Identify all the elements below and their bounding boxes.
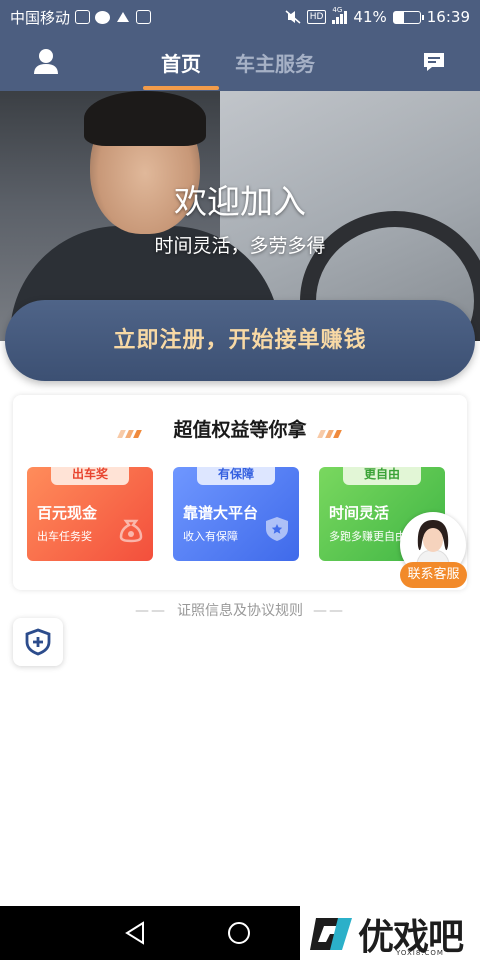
- benefit-title: 百元现金: [37, 504, 98, 522]
- tab-owner-service[interactable]: 车主服务: [235, 48, 315, 77]
- active-tab-indicator: [143, 86, 219, 90]
- battery-percent: 41%: [353, 8, 387, 26]
- benefit-title: 时间灵活: [329, 504, 390, 522]
- home-icon[interactable]: [228, 922, 250, 944]
- benefit-desc: 收入有保障: [183, 530, 238, 543]
- benefit-tag: 出车奖: [51, 467, 129, 485]
- license-label: 证照信息及协议规则: [177, 603, 303, 619]
- back-icon[interactable]: [124, 921, 146, 945]
- shield-plus-icon: [25, 628, 51, 656]
- watermark: 优戏吧 YOXI8.COM: [300, 906, 480, 960]
- carrier-name: 中国移动: [10, 8, 71, 27]
- banner-title: 欢迎加入: [174, 182, 306, 221]
- hd-badge: HD: [306, 10, 327, 24]
- watermark-url: YOXI8.COM: [396, 949, 444, 957]
- watermark-logo-icon: [308, 912, 354, 956]
- app-notification-icon: [75, 10, 91, 24]
- mute-icon: [285, 10, 301, 24]
- status-left: 中国移动: [10, 7, 152, 28]
- clock: 16:39: [426, 8, 470, 26]
- benefit-title: 靠谱大平台: [183, 504, 259, 522]
- dash-right: ——: [313, 603, 345, 619]
- shield-star-icon: [263, 515, 291, 543]
- banner-driver-hair: [84, 91, 206, 146]
- signal-icon: 4G: [332, 6, 348, 24]
- benefit-desc: 出车任务奖: [37, 530, 92, 543]
- benefit-desc: 多跑多赚更自由: [329, 530, 406, 543]
- network-type: 4G: [332, 6, 343, 14]
- benefit-reliable-platform[interactable]: 有保障 靠谱大平台 收入有保障: [173, 467, 299, 561]
- app-square-icon: [136, 10, 152, 24]
- battery-fill: [393, 11, 405, 23]
- tab-home[interactable]: 首页: [161, 48, 201, 77]
- status-right: HD 4G 41% 16:39: [285, 6, 470, 26]
- banner-subtitle: 时间灵活，多劳多得: [154, 235, 326, 257]
- dash-left: ——: [135, 603, 167, 619]
- title-decoration-right: [317, 423, 347, 438]
- benefits-card: 超值权益等你拿 出车奖 百元现金 出车任务奖 有保障 靠谱大平台 收入有保障 更…: [13, 395, 467, 590]
- status-bar: 中国移动 HD 4G 41% 16:39: [0, 0, 480, 34]
- battery-icon: [392, 10, 424, 24]
- register-button[interactable]: 立即注册，开始接单赚钱: [5, 300, 475, 381]
- benefit-tag: 有保障: [197, 467, 275, 485]
- message-icon[interactable]: [422, 50, 446, 74]
- safety-shield-button[interactable]: [13, 618, 63, 666]
- benefit-tag: 更自由: [343, 467, 421, 485]
- app-badge-icon: [115, 10, 131, 24]
- chat-notification-icon: [95, 10, 111, 24]
- license-info-link[interactable]: —— 证照信息及协议规则 ——: [0, 600, 480, 620]
- user-profile-icon[interactable]: [32, 47, 60, 75]
- money-bag-icon: [117, 515, 145, 543]
- benefits-title: 超值权益等你拿: [173, 419, 307, 441]
- contact-service-button[interactable]: 联系客服: [400, 562, 467, 588]
- app-header: 首页 车主服务: [0, 34, 480, 91]
- benefit-cash-reward[interactable]: 出车奖 百元现金 出车任务奖: [27, 467, 153, 561]
